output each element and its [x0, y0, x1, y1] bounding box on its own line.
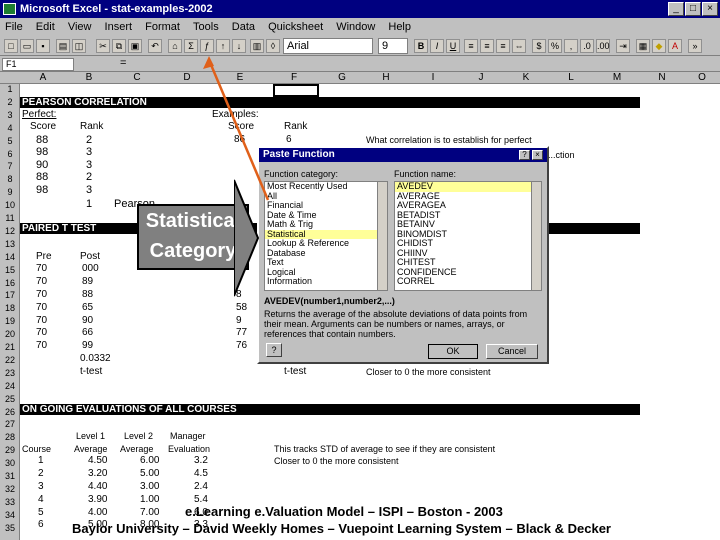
footer-line-1: e.Learning e.Valuation Model – ISPI – Bo… — [185, 504, 503, 519]
callout-line1: Statistical — [145, 210, 241, 232]
annotation-arrows — [203, 56, 270, 201]
statistical-category-callout: Statistical Category — [137, 204, 249, 270]
footer-line-2: Baylor University – David Weekly Homes –… — [72, 521, 611, 536]
callout-line2: Category — [149, 240, 237, 262]
callout-arrow — [234, 179, 260, 297]
